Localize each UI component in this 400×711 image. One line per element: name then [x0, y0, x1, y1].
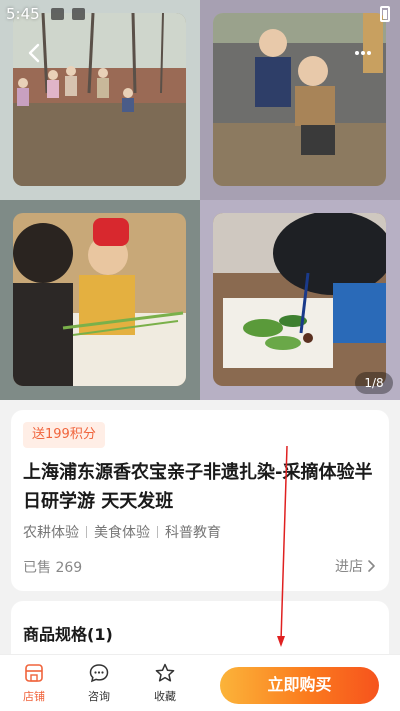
enter-shop-label: 进店	[335, 559, 363, 575]
more-button[interactable]	[348, 38, 378, 68]
star-icon	[155, 663, 175, 682]
back-button[interactable]	[20, 38, 50, 68]
product-title: 上海浦东源香农宝亲子非遗扎染-采摘体验半日研学游 天天发班	[23, 462, 373, 512]
photo-gallery[interactable]: 5:45 1/8	[0, 0, 400, 400]
gallery-pager: 1/8	[355, 372, 393, 394]
tag-divider	[86, 526, 87, 538]
gallery-cell-2	[200, 0, 400, 200]
notification-icon	[51, 8, 64, 20]
consult-button[interactable]: 咨询	[79, 662, 119, 704]
more-dots-icon	[355, 51, 371, 55]
chevron-left-icon	[28, 43, 40, 63]
sold-count: 已售 269	[23, 560, 83, 576]
store-button[interactable]: 店铺	[14, 662, 54, 704]
favorite-button[interactable]: 收藏	[145, 662, 185, 704]
chevron-right-icon	[368, 560, 375, 572]
gallery-cell-4	[200, 200, 400, 400]
bottom-action-bar: 店铺 咨询 收藏 立即购买	[0, 654, 400, 711]
gallery-cell-3	[0, 200, 200, 400]
tag-item: 科普教育	[165, 525, 221, 541]
buy-now-button[interactable]: 立即购买	[220, 667, 379, 704]
product-info-card: 送199积分 上海浦东源香农宝亲子非遗扎染-采摘体验半日研学游 天天发班 农耕体…	[11, 410, 389, 591]
photo-child-weaving-grass[interactable]	[13, 213, 186, 386]
store-icon	[25, 664, 43, 682]
status-time: 5:45	[6, 5, 40, 23]
notification-a-icon	[72, 8, 85, 20]
status-bar: 5:45	[0, 0, 400, 28]
product-tags: 农耕体验 美食体验 科普教育	[23, 522, 221, 542]
chat-bubble-icon	[89, 664, 109, 683]
favorite-label: 收藏	[154, 690, 176, 703]
spec-title: 商品规格(1)	[23, 625, 113, 644]
consult-label: 咨询	[88, 690, 110, 703]
battery-icon	[380, 6, 390, 22]
enter-shop-link[interactable]: 进店	[335, 556, 377, 576]
tag-item: 农耕体验	[23, 525, 79, 541]
store-label: 店铺	[23, 690, 45, 703]
tag-item: 美食体验	[94, 525, 150, 541]
tag-divider	[157, 526, 158, 538]
gallery-cell-1	[0, 0, 200, 200]
photo-leaf-crafting[interactable]	[213, 213, 386, 386]
points-badge: 送199积分	[23, 422, 105, 448]
